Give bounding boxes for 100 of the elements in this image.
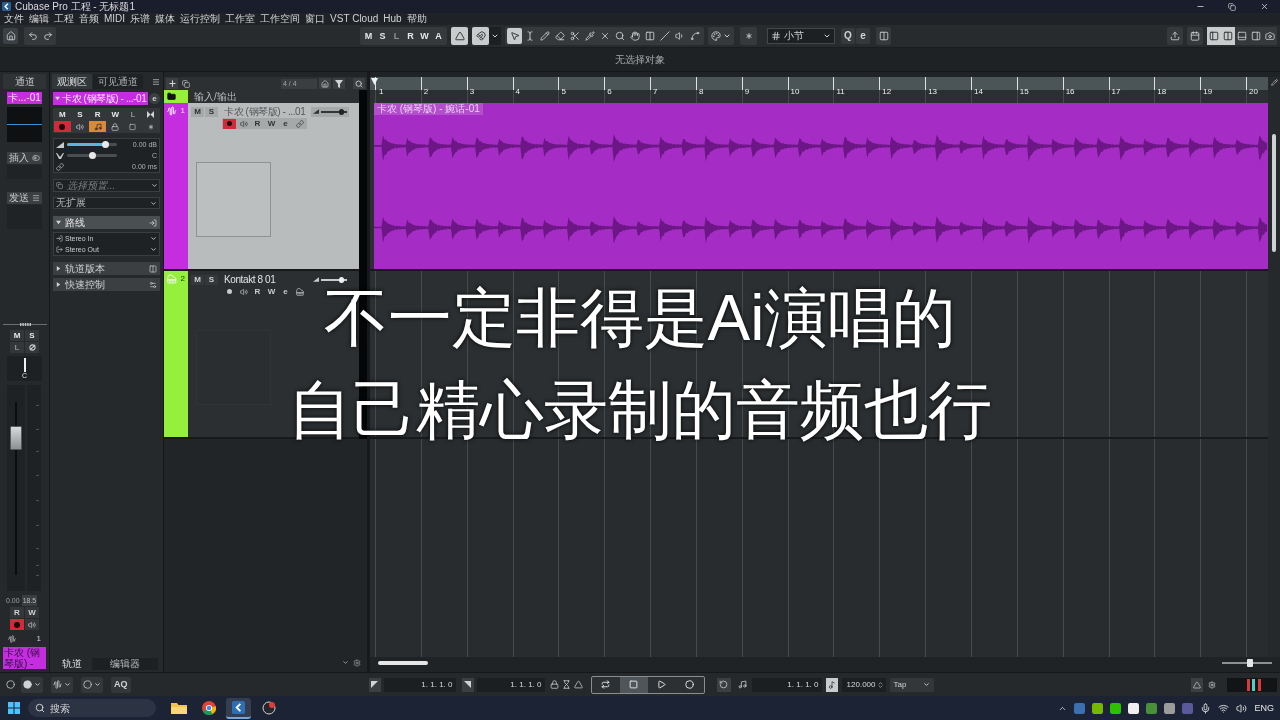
waveform-dropdown[interactable] — [51, 676, 73, 693]
calendar-button[interactable] — [1187, 27, 1203, 45]
inspector-tab[interactable]: 可见通道 — [93, 74, 143, 89]
track-state-button[interactable]: R — [404, 29, 417, 43]
slider-thumb[interactable] — [101, 141, 109, 148]
menu-item[interactable]: Hub — [383, 13, 402, 25]
tray-app-icon[interactable] — [1164, 702, 1176, 714]
left-locator-button[interactable] — [368, 677, 381, 692]
track-row-button[interactable]: W — [265, 286, 278, 297]
palette-dropdown[interactable] — [708, 27, 734, 45]
tool-button[interactable] — [507, 28, 522, 44]
lock-button[interactable] — [548, 677, 561, 692]
redo-button[interactable] — [41, 29, 54, 43]
tap-tempo-button[interactable]: Tap — [889, 677, 934, 692]
house-button[interactable] — [319, 78, 331, 89]
fader-handle[interactable] — [10, 426, 22, 451]
project-cursor-icon[interactable] — [371, 78, 378, 85]
track-mute-solo-button[interactable]: S — [205, 274, 218, 285]
position-field[interactable]: 1. 1. 1. 0 — [751, 677, 822, 692]
menu-item[interactable]: 工作室 — [225, 13, 256, 25]
quantize-button[interactable]: e — [856, 28, 870, 44]
menu-item[interactable]: 编辑 — [29, 13, 49, 25]
bottom-tab[interactable]: 编辑器 — [92, 658, 158, 670]
tempo-field[interactable]: 120.000 — [841, 677, 886, 692]
expansion-dropdown[interactable]: 无扩展 — [53, 197, 160, 209]
note-button[interactable] — [825, 677, 838, 692]
channel-tab[interactable]: 通道 — [3, 74, 46, 89]
menu-item[interactable]: 音频 — [79, 13, 99, 25]
track-state-button[interactable]: W — [107, 109, 124, 120]
tool-button[interactable] — [627, 28, 642, 44]
tray-app-icon[interactable] — [1128, 702, 1140, 714]
menu-item[interactable]: 工程 — [54, 13, 74, 25]
home-button[interactable] — [3, 28, 18, 44]
layout-button[interactable] — [1207, 27, 1221, 45]
hourglass-button[interactable] — [560, 677, 573, 692]
menu-item[interactable]: VST Cloud — [330, 13, 379, 25]
speaker-button[interactable] — [237, 286, 250, 297]
track-header[interactable]: 1 M S 卡农 (钢琴版) - ...01 R W e — [164, 103, 359, 271]
track-state-button[interactable]: M — [362, 29, 375, 43]
record-enable-button[interactable] — [10, 619, 24, 630]
transport-button[interactable] — [619, 676, 648, 693]
triangle-button[interactable] — [1191, 677, 1203, 692]
tray-app-icon[interactable] — [1092, 702, 1104, 714]
tool-button[interactable] — [657, 28, 672, 44]
inspector-section-header[interactable]: 轨道版本 — [53, 262, 160, 275]
folder-track-header[interactable]: 输入/输出 — [164, 90, 359, 103]
dot-dropdown[interactable] — [21, 676, 43, 693]
undo-button[interactable] — [26, 29, 39, 43]
taskbar-search-field[interactable]: 搜索 — [28, 699, 156, 717]
copy-button[interactable] — [180, 78, 192, 89]
tool-button[interactable] — [582, 28, 597, 44]
quantize-button[interactable]: Q — [841, 28, 855, 44]
slider-thumb[interactable] — [89, 152, 96, 159]
record-enable-button[interactable] — [54, 121, 71, 132]
channel-button[interactable]: S — [25, 330, 39, 341]
volume-fader[interactable] — [7, 385, 25, 591]
track-state-button[interactable]: R — [89, 109, 106, 120]
menu-item[interactable]: 运行控制 — [180, 13, 221, 25]
menu-item[interactable]: 帮助 — [406, 13, 427, 25]
layout-button[interactable] — [1235, 27, 1249, 45]
track-row-button[interactable]: R — [251, 118, 264, 129]
track-name-header[interactable]: 卡农 (钢琴版) - ...-01 — [53, 92, 148, 105]
track-lane[interactable] — [370, 90, 1268, 103]
windows-logo-icon[interactable] — [8, 702, 20, 714]
tool-button[interactable] — [537, 28, 552, 44]
filter-button[interactable] — [333, 78, 345, 89]
track-mute-solo-button[interactable]: S — [205, 106, 218, 117]
pan-slider-track[interactable] — [67, 154, 117, 157]
menu-item[interactable]: 文件 — [4, 13, 24, 25]
menu-item[interactable]: 窗口 — [305, 13, 326, 25]
ring-dropdown[interactable] — [81, 676, 103, 693]
preset-field[interactable]: 选择预置... — [53, 179, 160, 192]
rotate-button[interactable] — [716, 677, 731, 692]
menu-item[interactable]: MIDI — [104, 13, 126, 25]
tray-app-icon[interactable] — [1110, 702, 1122, 714]
volume-slider-track[interactable] — [67, 143, 117, 146]
menu-item[interactable]: 工作空间 — [260, 13, 301, 25]
upload-button[interactable] — [1167, 27, 1183, 45]
taskbar-app[interactable] — [226, 697, 251, 719]
track-row-button[interactable]: R — [251, 286, 264, 297]
track-state-button[interactable]: S — [376, 29, 389, 43]
automation-button[interactable]: W — [25, 607, 39, 618]
menu-item[interactable]: 媒体 — [155, 13, 176, 25]
track-state-button[interactable]: W — [418, 29, 431, 43]
left-locator-field[interactable]: 1. 1. 1. 0 — [383, 677, 456, 692]
search-button[interactable] — [353, 78, 365, 89]
phase-button[interactable] — [25, 342, 39, 353]
piano-button[interactable] — [293, 286, 306, 297]
layout-button[interactable] — [1249, 27, 1263, 45]
channel-button[interactable]: M — [10, 330, 24, 341]
speaker-button[interactable] — [25, 619, 39, 630]
input-language[interactable]: ENG — [1254, 702, 1274, 714]
right-locator-field[interactable]: 1. 1. 1. 0 — [476, 677, 545, 692]
track-row-button[interactable]: e — [279, 286, 292, 297]
volume-slider-track[interactable] — [321, 110, 347, 113]
track-state-button[interactable]: M — [54, 109, 71, 120]
asterisk-button[interactable] — [740, 27, 757, 45]
inserts-button[interactable]: 插入 — [7, 152, 42, 164]
inspector-tab[interactable]: 观测区 — [52, 74, 92, 89]
triangle-button[interactable] — [572, 677, 585, 692]
